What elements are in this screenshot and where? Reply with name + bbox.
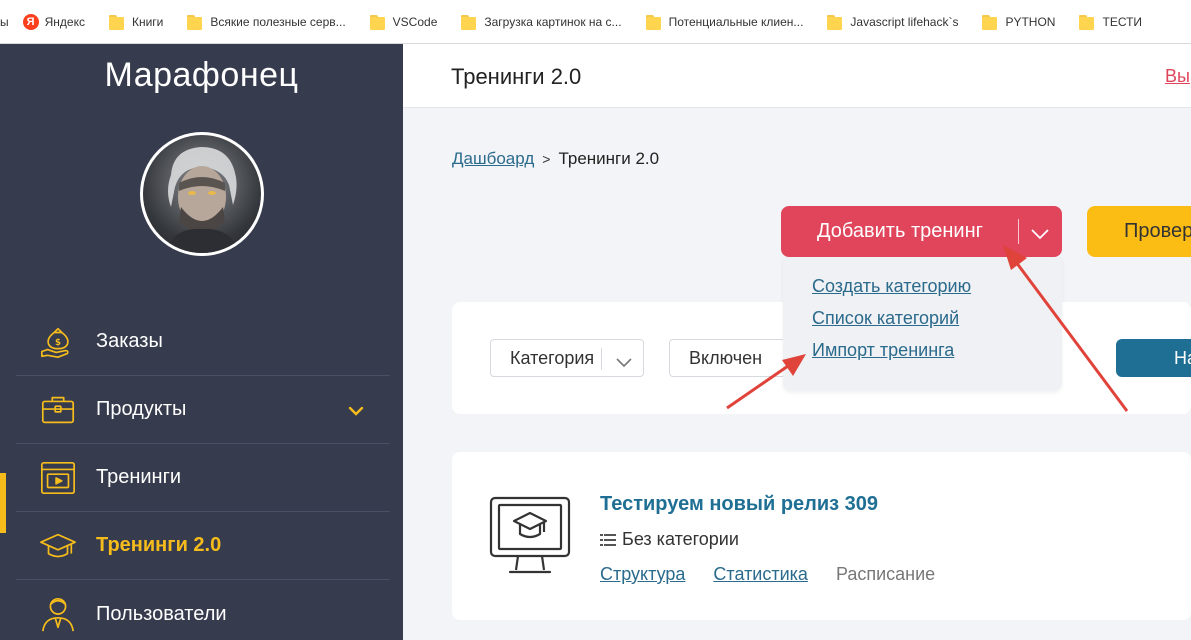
bookmark-clients[interactable]: Потенциальные клиен... <box>645 14 804 30</box>
bookmark-js-lifehacks[interactable]: Javascript lifehack`s <box>827 14 958 30</box>
menu-item-import-training[interactable]: Импорт тренинга <box>812 340 954 361</box>
sidebar-item-label: Продукты <box>96 398 187 420</box>
bookmark-partial[interactable]: ы <box>0 15 9 29</box>
sidebar-item-users[interactable]: Пользователи <box>16 580 390 640</box>
training-card: Тестируем новый релиз 309 Без категории … <box>452 452 1191 620</box>
training-category-label: Без категории <box>622 529 739 549</box>
bookmark-label: Загрузка картинок на с... <box>484 14 622 29</box>
breadcrumb: Дашбоард > Тренинги 2.0 <box>452 149 659 169</box>
bookmark-image-upload[interactable]: Загрузка картинок на с... <box>461 14 622 30</box>
add-training-dropdown: Создать категорию Список категорий Импор… <box>783 257 1062 391</box>
add-training-label: Добавить тренинг <box>817 220 983 242</box>
sidebar-item-trainings-2[interactable]: Тренинги 2.0 <box>16 512 390 580</box>
graduation-cap-icon <box>38 526 78 566</box>
bookmark-testing[interactable]: ТЕСТИ <box>1079 14 1142 30</box>
training-category: Без категории <box>600 529 739 550</box>
sidebar-item-products[interactable]: Продукты <box>16 376 390 444</box>
logout-link[interactable]: Вы <box>1165 66 1190 87</box>
button-divider <box>1018 219 1019 244</box>
check-button[interactable]: Провер <box>1087 206 1191 257</box>
schedule-label: Расписание <box>835 564 936 584</box>
sidebar-item-label: Тренинги 2.0 <box>96 534 222 556</box>
training-title-link[interactable]: Тестируем новый релиз 309 <box>600 493 878 516</box>
user-icon <box>38 594 78 634</box>
breadcrumb-separator-icon: > <box>542 151 551 167</box>
sidebar-item-label: Пользователи <box>96 602 227 625</box>
sidebar-item-trainings[interactable]: Тренинги <box>16 444 390 512</box>
sidebar-item-label: Тренинги <box>96 466 182 488</box>
folder-icon <box>827 14 844 30</box>
breadcrumb-home-link[interactable]: Дашбоард <box>452 149 534 169</box>
sidebar-item-orders[interactable]: $ Заказы <box>16 308 390 376</box>
bookmark-label: Javascript lifehack`s <box>850 14 959 29</box>
structure-link[interactable]: Структура <box>600 564 685 585</box>
sidebar-nav: $ Заказы Продукты Тренинги Тренинги 2.0 … <box>16 308 390 640</box>
bookmark-useful-services[interactable]: Всякие полезные серв... <box>187 14 346 30</box>
yandex-icon: Я <box>22 13 39 30</box>
breadcrumb-current: Тренинги 2.0 <box>558 149 660 168</box>
bookmark-python[interactable]: PYTHON <box>982 14 1055 30</box>
folder-icon <box>461 14 478 30</box>
folder-icon <box>1079 14 1096 30</box>
brand-logo[interactable]: Марафонец <box>0 56 403 95</box>
money-bag-hand-icon: $ <box>38 322 78 362</box>
menu-item-category-list[interactable]: Список категорий <box>812 308 959 329</box>
apply-filter-button[interactable]: На <box>1116 339 1191 377</box>
bookmark-vscode[interactable]: VSCode <box>369 14 438 30</box>
list-icon <box>600 533 616 546</box>
chevron-down-icon[interactable] <box>1030 224 1050 247</box>
folder-icon <box>982 14 999 30</box>
enabled-select-value: Включен <box>689 347 763 368</box>
chevron-down-icon[interactable] <box>348 403 364 421</box>
sidebar: Марафонец $ Заказы Продукты Тренинги Тре… <box>0 44 403 640</box>
bookmark-label: Всякие полезные серв... <box>210 14 346 29</box>
folder-icon <box>108 14 126 30</box>
top-bar: Тренинги 2.0 Вы <box>403 44 1191 108</box>
category-select-value: Категория <box>510 347 595 368</box>
folder-icon <box>645 14 663 30</box>
bookmark-label: VSCode <box>392 14 438 29</box>
page-title: Тренинги 2.0 <box>451 64 582 89</box>
avatar-portrait <box>165 147 239 253</box>
bookmark-label: Потенциальные клиен... <box>668 14 804 29</box>
bookmark-label: PYTHON <box>1005 14 1056 29</box>
bookmark-label: ТЕСТИ <box>1102 14 1143 29</box>
add-training-button[interactable]: Добавить тренинг <box>781 206 1062 257</box>
training-links: Структура Статистика Расписание <box>600 564 935 585</box>
bookmark-yandex[interactable]: Я Яндекс <box>22 13 85 30</box>
chevron-down-icon <box>615 352 633 373</box>
svg-text:$: $ <box>55 337 61 347</box>
bookmark-books[interactable]: Книги <box>108 14 164 30</box>
bookmarks-bar: ы Я Яндекс Книги Всякие полезные серв...… <box>0 0 1191 44</box>
briefcase-icon <box>38 390 78 430</box>
sidebar-item-label: Заказы <box>96 330 163 352</box>
folder-icon <box>369 14 387 30</box>
select-divider <box>601 348 602 370</box>
statistics-link[interactable]: Статистика <box>713 564 808 585</box>
monitor-graduation-icon <box>489 496 571 574</box>
active-indicator <box>0 473 6 533</box>
menu-item-create-category[interactable]: Создать категорию <box>812 276 971 297</box>
video-screen-icon <box>38 458 78 498</box>
folder-icon <box>187 14 204 30</box>
bookmark-label: Книги <box>131 14 164 29</box>
bookmark-label: Яндекс <box>44 14 85 29</box>
apply-filter-label: На <box>1174 347 1191 368</box>
category-select[interactable]: Категория <box>490 339 644 377</box>
avatar[interactable] <box>140 132 264 256</box>
check-button-label: Провер <box>1124 220 1191 242</box>
